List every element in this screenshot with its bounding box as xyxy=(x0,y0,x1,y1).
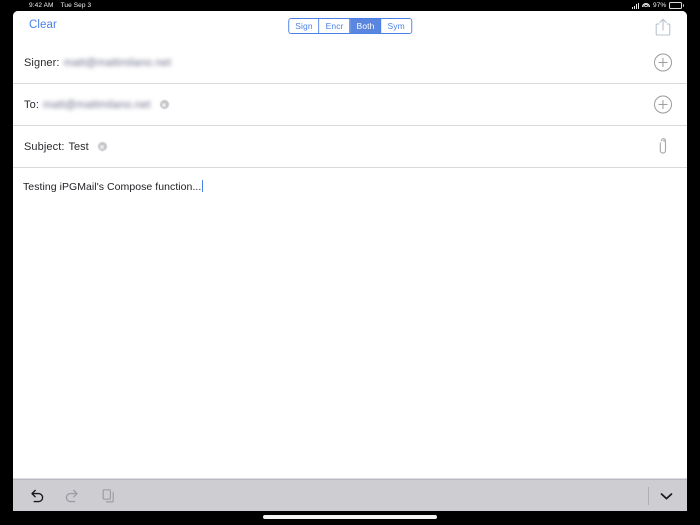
to-add-recipient-button[interactable] xyxy=(654,95,673,114)
accessory-divider xyxy=(648,487,649,505)
compose-toolbar: Clear Sign Encr Both Sym xyxy=(13,11,687,42)
subject-value[interactable]: Test xyxy=(69,141,89,153)
segment-sign[interactable]: Sign xyxy=(289,19,320,33)
subject-field-row[interactable]: Subject: Test xyxy=(13,126,687,168)
chevron-down-icon xyxy=(660,493,672,500)
cellular-signal-icon xyxy=(631,2,639,9)
keyboard-accessory-bar xyxy=(13,479,687,511)
paste-icon xyxy=(102,488,114,502)
subject-label: Subject: xyxy=(24,140,65,153)
to-value[interactable]: matt@mattmilano.net xyxy=(43,99,151,111)
status-bar-right: 97% xyxy=(631,0,684,11)
message-body-text[interactable]: Testing iPGMail's Compose function... xyxy=(23,181,201,193)
signer-field-row[interactable]: Signer: matt@mattmilano.net xyxy=(13,42,687,84)
dismiss-keyboard-button[interactable] xyxy=(653,483,679,509)
attachment-button[interactable] xyxy=(654,137,673,156)
redo-icon xyxy=(65,489,78,503)
share-icon[interactable] xyxy=(653,16,673,38)
segment-both[interactable]: Both xyxy=(350,19,382,33)
redo-button[interactable] xyxy=(59,483,85,509)
message-body-area[interactable]: Testing iPGMail's Compose function... xyxy=(13,168,687,479)
signer-add-button[interactable] xyxy=(654,53,673,72)
text-caret xyxy=(202,180,204,192)
to-field-row[interactable]: To: matt@mattmilano.net xyxy=(13,84,687,126)
battery-percent-label: 97% xyxy=(653,2,667,9)
status-bar: 9:42 AM Tue Sep 3 97% xyxy=(0,0,700,11)
status-date: Tue Sep 3 xyxy=(60,2,92,9)
plus-circle-icon xyxy=(654,95,672,113)
paste-button[interactable] xyxy=(95,483,121,509)
ipad-device-frame: 9:42 AM Tue Sep 3 97% Clear Sign Encr Bo… xyxy=(0,0,700,525)
signer-label: Signer: xyxy=(24,56,60,69)
status-bar-left: 9:42 AM Tue Sep 3 xyxy=(29,0,91,11)
crypto-mode-segmented-control[interactable]: Sign Encr Both Sym xyxy=(288,18,412,34)
status-time: 9:42 AM xyxy=(29,2,54,9)
undo-button[interactable] xyxy=(23,483,49,509)
clear-button[interactable]: Clear xyxy=(29,19,57,31)
clear-field-icon[interactable] xyxy=(159,100,169,109)
segment-encr[interactable]: Encr xyxy=(319,19,351,33)
wifi-icon xyxy=(642,2,650,9)
plus-circle-icon xyxy=(654,53,672,71)
clear-field-icon[interactable] xyxy=(97,142,107,151)
to-label: To: xyxy=(24,98,39,111)
signer-value[interactable]: matt@mattmilano.net xyxy=(64,57,172,69)
paperclip-icon xyxy=(659,137,667,154)
battery-icon xyxy=(669,2,684,9)
segment-sym[interactable]: Sym xyxy=(381,19,411,33)
undo-icon xyxy=(30,489,43,503)
home-indicator[interactable] xyxy=(263,515,437,519)
ipgmail-compose-window: Clear Sign Encr Both Sym Signer: matt@ma… xyxy=(13,11,687,511)
